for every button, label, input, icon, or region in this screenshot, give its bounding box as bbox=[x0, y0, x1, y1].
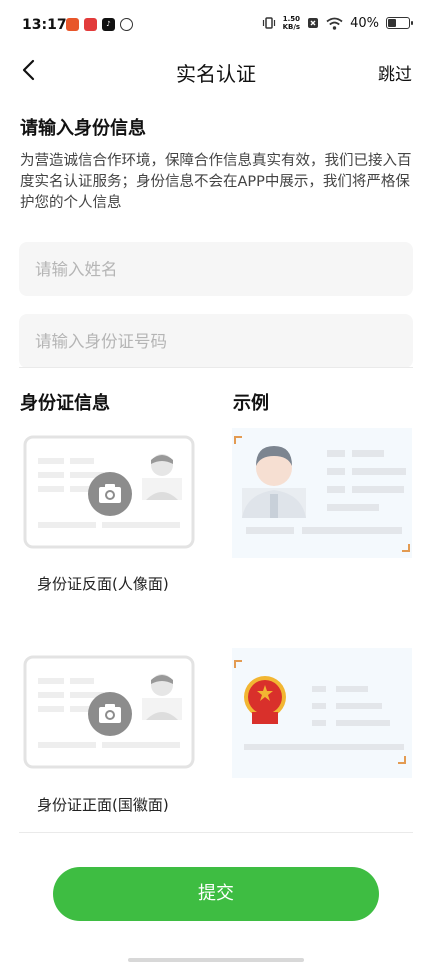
upload-id-front[interactable] bbox=[18, 648, 198, 778]
notification-app-icon bbox=[66, 18, 79, 31]
corner-mark bbox=[398, 756, 406, 764]
intro-text: 为营造诚信合作环境，保障合作信息真实有效，我们已接入百度实名认证服务；身份信息不… bbox=[20, 153, 412, 211]
sample-id-front bbox=[232, 648, 412, 778]
battery-icon bbox=[386, 17, 413, 29]
sample-id-back bbox=[232, 428, 412, 558]
tiktok-icon: ♪ bbox=[102, 18, 115, 31]
id-number-input[interactable] bbox=[19, 314, 413, 368]
example-header: 示例 bbox=[233, 393, 269, 414]
upload-id-back[interactable] bbox=[18, 428, 198, 558]
corner-mark bbox=[234, 660, 242, 668]
status-notification-icons: ♪ bbox=[66, 18, 133, 31]
status-time: 13:17 bbox=[22, 17, 67, 33]
vibrate-icon bbox=[262, 17, 275, 29]
divider bbox=[19, 832, 413, 833]
network-speed-unit: KB/s bbox=[282, 23, 301, 31]
battery-percent: 40% bbox=[350, 15, 379, 31]
sample-portrait-card bbox=[242, 446, 406, 534]
skip-button[interactable]: 跳过 bbox=[378, 60, 412, 85]
divider bbox=[19, 367, 413, 368]
network-speed-value: 1.50 bbox=[282, 15, 300, 23]
notification-link-icon bbox=[120, 18, 133, 31]
id-back-label: 身份证反面(人像面) bbox=[37, 575, 169, 593]
name-input[interactable] bbox=[19, 242, 413, 296]
wifi-icon bbox=[326, 17, 343, 30]
no-sim-icon bbox=[308, 18, 319, 28]
battery-level bbox=[388, 19, 396, 27]
network-speed: 1.50 KB/s bbox=[283, 15, 300, 31]
corner-mark bbox=[402, 544, 410, 552]
section-title: 请输入身份信息 bbox=[20, 118, 146, 139]
sample-emblem-card bbox=[244, 676, 404, 750]
notification-app-icon bbox=[84, 18, 97, 31]
status-right: 1.50 KB/s 40% bbox=[262, 15, 413, 31]
page-title: 实名认证 bbox=[176, 62, 256, 86]
corner-mark bbox=[234, 436, 242, 444]
submit-button[interactable]: 提交 bbox=[53, 867, 379, 921]
camera-icon[interactable] bbox=[88, 472, 132, 516]
status-bar: 13:17 ♪ 1.50 KB/s 40% bbox=[0, 0, 432, 52]
id-info-header: 身份证信息 bbox=[20, 393, 110, 414]
camera-icon[interactable] bbox=[88, 692, 132, 736]
home-indicator[interactable] bbox=[128, 958, 304, 962]
nav-bar: 实名认证 跳过 bbox=[0, 52, 432, 90]
id-front-label: 身份证正面(国徽面) bbox=[37, 796, 169, 814]
